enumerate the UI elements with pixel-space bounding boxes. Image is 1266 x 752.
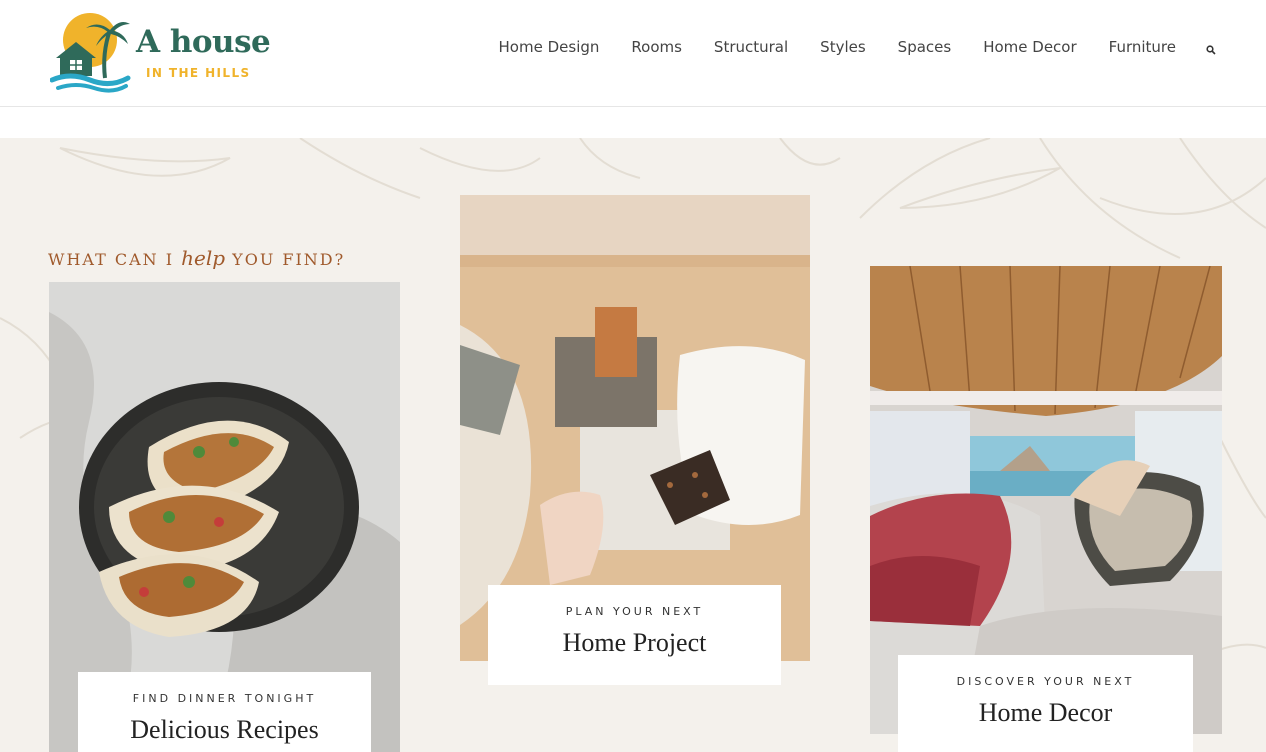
card-kicker: FIND DINNER TONIGHT xyxy=(132,692,317,705)
category-card-home-decor[interactable]: DISCOVER YOUR NEXT Home Decor xyxy=(870,266,1222,752)
nav-item-structural[interactable]: Structural xyxy=(714,38,788,56)
logo-tagline: IN THE HILLS xyxy=(146,66,251,80)
logo-icon xyxy=(50,13,131,93)
finder-heading-script: help xyxy=(181,246,226,270)
card-title: Delicious Recipes xyxy=(130,715,319,744)
nav-item-home-decor[interactable]: Home Decor xyxy=(983,38,1076,56)
card-kicker: PLAN YOUR NEXT xyxy=(565,605,704,618)
main-nav: Home Design Rooms Structural Styles Spac… xyxy=(467,38,1216,56)
site-header: A house IN THE HILLS Home Design Rooms S… xyxy=(0,0,1266,107)
card-label-home-project[interactable]: PLAN YOUR NEXT Home Project xyxy=(488,585,781,685)
nav-item-styles[interactable]: Styles xyxy=(820,38,866,56)
card-title: Home Decor xyxy=(978,698,1113,727)
nav-item-rooms[interactable]: Rooms xyxy=(631,38,682,56)
search-icon[interactable] xyxy=(1206,42,1216,55)
nav-item-home-design[interactable]: Home Design xyxy=(499,38,600,56)
card-label-home-decor[interactable]: DISCOVER YOUR NEXT Home Decor xyxy=(898,655,1193,752)
category-card-home-project[interactable]: PLAN YOUR NEXT Home Project xyxy=(460,195,810,685)
logo-name: A house xyxy=(136,24,271,60)
card-title: Home Project xyxy=(562,628,707,657)
finder-section: WHAT CAN I help YOU FIND? FIND DINNER TO… xyxy=(0,138,1266,752)
finder-heading: WHAT CAN I help YOU FIND? xyxy=(48,246,345,270)
finder-heading-part-2: YOU FIND? xyxy=(225,250,346,269)
finder-heading-part-1: WHAT CAN I xyxy=(48,250,182,269)
card-kicker: DISCOVER YOUR NEXT xyxy=(956,675,1135,688)
nav-item-furniture[interactable]: Furniture xyxy=(1109,38,1176,56)
nav-item-spaces[interactable]: Spaces xyxy=(898,38,952,56)
category-card-recipes[interactable]: FIND DINNER TONIGHT Delicious Recipes xyxy=(49,282,400,752)
site-logo[interactable]: A house IN THE HILLS xyxy=(50,8,290,94)
card-label-recipes[interactable]: FIND DINNER TONIGHT Delicious Recipes xyxy=(78,672,371,752)
